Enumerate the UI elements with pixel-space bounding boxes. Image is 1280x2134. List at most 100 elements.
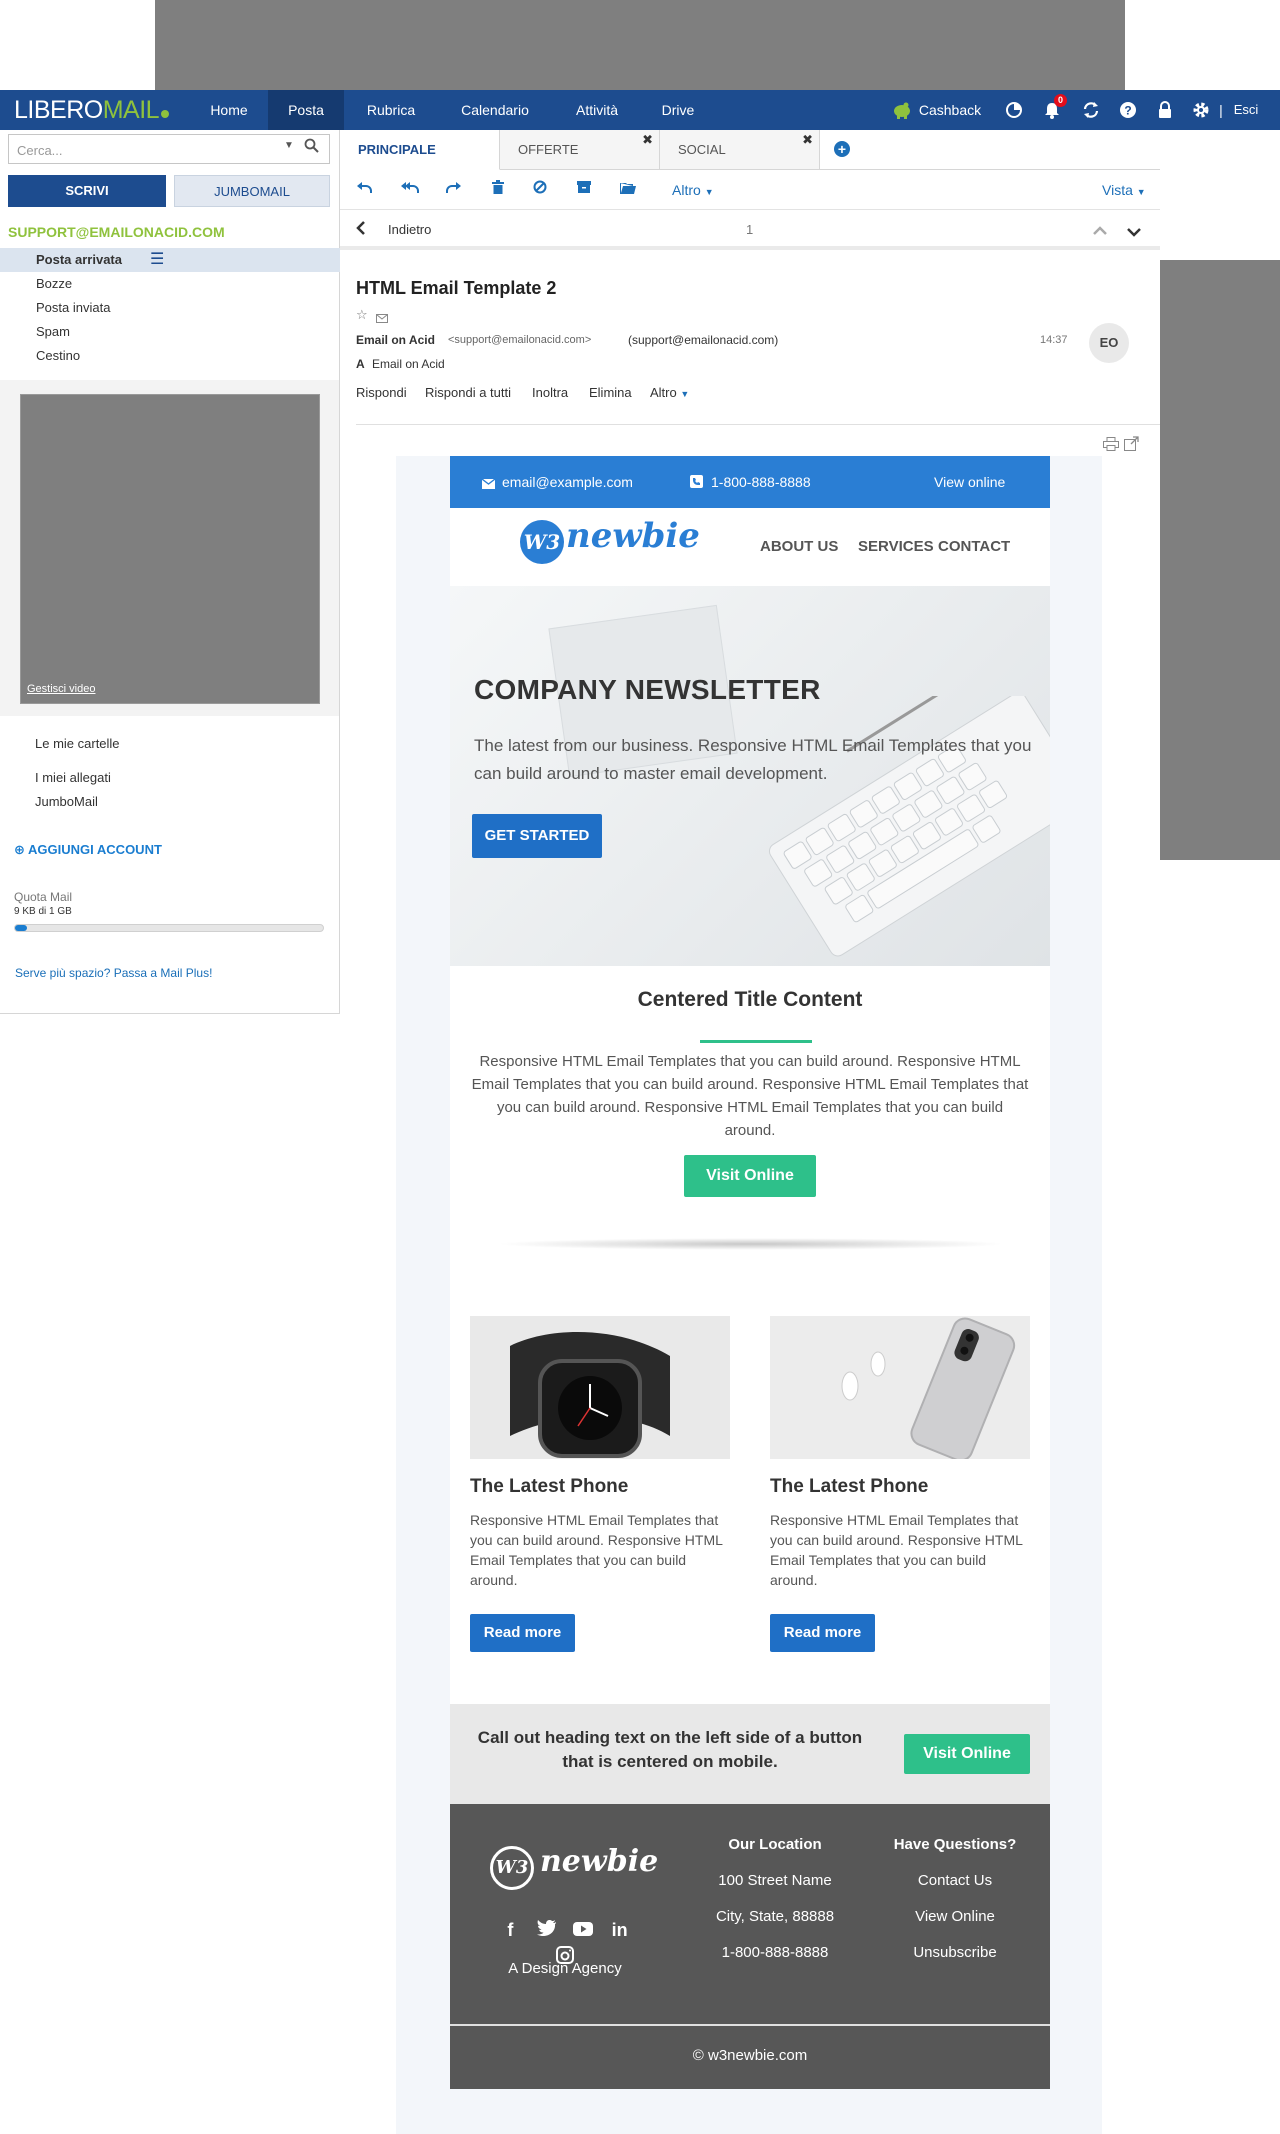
piggy-bank-icon[interactable] bbox=[892, 100, 912, 120]
libero-logo[interactable]: LIBEROMAIL bbox=[14, 96, 170, 125]
close-icon[interactable]: ✖ bbox=[802, 120, 813, 160]
nav-contact[interactable]: CONTACT bbox=[938, 538, 1010, 555]
nav-calendario[interactable]: Calendario bbox=[440, 90, 550, 130]
more-action[interactable]: Altro ▼ bbox=[650, 385, 689, 400]
reply-all-action[interactable]: Rispondi a tutti bbox=[425, 385, 511, 400]
trash-icon[interactable] bbox=[488, 180, 508, 200]
jumbomail-link[interactable]: JumboMail bbox=[35, 794, 98, 809]
reply-all-icon[interactable] bbox=[400, 180, 420, 200]
manage-video-link[interactable]: Gestisci video bbox=[27, 683, 95, 695]
forward-icon[interactable] bbox=[444, 180, 464, 200]
folder-spam[interactable]: Spam bbox=[0, 320, 340, 344]
account-label[interactable]: SUPPORT@EMAILONACID.COM bbox=[8, 224, 225, 240]
twitter-icon[interactable] bbox=[535, 1916, 559, 1940]
reply-icon[interactable] bbox=[354, 180, 374, 200]
sender-name[interactable]: Email on Acid bbox=[356, 333, 435, 347]
footer-logo-text[interactable]: newbie bbox=[540, 1844, 658, 1879]
chevron-left-icon[interactable] bbox=[356, 220, 366, 241]
chevron-down-icon[interactable] bbox=[1126, 224, 1142, 242]
card-1-read-more[interactable]: Read more bbox=[470, 1614, 575, 1652]
tab-social[interactable]: SOCIAL ✖ bbox=[660, 130, 820, 170]
more-menu[interactable]: Altro ▼ bbox=[672, 182, 714, 198]
archive-icon[interactable] bbox=[574, 180, 594, 200]
nav-posta[interactable]: Posta bbox=[268, 90, 344, 130]
nav-rubrica[interactable]: Rubrica bbox=[344, 90, 438, 130]
folder-inbox-label: Posta arrivata bbox=[36, 252, 122, 267]
nav-services[interactable]: SERVICES bbox=[858, 538, 934, 555]
topbar-phone[interactable]: 1-800-888-8888 bbox=[711, 474, 811, 490]
folder-move-icon[interactable] bbox=[618, 180, 638, 200]
bell-icon[interactable]: 0 bbox=[1042, 94, 1067, 120]
header-divider bbox=[356, 424, 1160, 425]
nav-attivita[interactable]: Attività bbox=[555, 90, 639, 130]
refresh-icon[interactable] bbox=[1081, 100, 1101, 120]
open-external-icon[interactable] bbox=[1124, 436, 1139, 456]
nav-home[interactable]: Home bbox=[190, 90, 268, 130]
topbar-email[interactable]: email@example.com bbox=[502, 474, 633, 490]
quota-label: Quota Mail bbox=[14, 890, 73, 904]
brand-logo-mark[interactable]: W3 bbox=[520, 520, 564, 564]
tab-principale[interactable]: PRINCIPALE bbox=[340, 130, 500, 170]
more-action-label: Altro bbox=[650, 385, 677, 400]
callout-visit-button[interactable]: Visit Online bbox=[904, 1734, 1030, 1774]
block-icon[interactable] bbox=[530, 180, 550, 200]
view-label: Vista bbox=[1102, 182, 1133, 198]
tab-offerte[interactable]: OFFERTE ✖ bbox=[500, 130, 660, 170]
menu-icon[interactable]: ☰ bbox=[150, 248, 164, 272]
phone-image bbox=[770, 1316, 1030, 1459]
cashback-link[interactable]: Cashback bbox=[916, 90, 984, 130]
delete-action[interactable]: Elimina bbox=[589, 385, 632, 400]
close-icon[interactable]: ✖ bbox=[642, 120, 653, 160]
print-icon[interactable] bbox=[1103, 437, 1119, 456]
add-tab-icon[interactable]: + bbox=[834, 141, 850, 157]
folder-trash[interactable]: Cestino bbox=[0, 344, 340, 368]
linkedin-icon[interactable]: in bbox=[608, 1919, 632, 1943]
help-icon[interactable]: ? bbox=[1118, 100, 1138, 120]
logout-link[interactable]: Esci bbox=[1228, 90, 1264, 130]
add-account-label: AGGIUNGI ACCOUNT bbox=[28, 842, 162, 857]
compose-button[interactable]: SCRIVI bbox=[8, 175, 166, 207]
tab-social-label: SOCIAL bbox=[678, 142, 726, 157]
contact-us-link[interactable]: Contact Us bbox=[880, 1872, 1030, 1889]
visit-online-button[interactable]: Visit Online bbox=[684, 1155, 816, 1197]
get-started-button[interactable]: GET STARTED bbox=[472, 814, 602, 858]
pie-chart-icon[interactable] bbox=[1004, 100, 1024, 120]
chevron-up-icon[interactable] bbox=[1092, 223, 1108, 241]
search-icon[interactable] bbox=[304, 138, 319, 158]
youtube-icon[interactable] bbox=[571, 1917, 595, 1941]
forward-action[interactable]: Inoltra bbox=[532, 385, 568, 400]
card-2-title: The Latest Phone bbox=[770, 1476, 929, 1497]
my-folders-link[interactable]: Le mie cartelle bbox=[35, 736, 120, 751]
folder-inbox[interactable]: Posta arrivata ☰ bbox=[0, 248, 340, 272]
location-phone[interactable]: 1-800-888-8888 bbox=[700, 1944, 850, 1961]
attachments-link[interactable]: I miei allegati bbox=[35, 770, 111, 785]
star-icon[interactable]: ☆ bbox=[356, 307, 368, 323]
view-online-link[interactable]: View online bbox=[934, 474, 1005, 490]
add-account-link[interactable]: ⊕ AGGIUNGI ACCOUNT bbox=[14, 842, 162, 858]
settings-gear-icon[interactable] bbox=[1191, 100, 1211, 120]
upsell-link[interactable]: Serve più spazio? Passa a Mail Plus! bbox=[15, 966, 212, 980]
card-2-text: Responsive HTML Email Templates that you… bbox=[770, 1512, 1023, 1588]
watch-image bbox=[470, 1316, 730, 1459]
tab-offerte-label: OFFERTE bbox=[518, 142, 579, 157]
page-number: 1 bbox=[746, 222, 754, 237]
back-link[interactable]: Indietro bbox=[388, 222, 431, 237]
card-2-read-more[interactable]: Read more bbox=[770, 1614, 875, 1652]
lock-icon[interactable] bbox=[1155, 100, 1175, 120]
view-menu[interactable]: Vista ▼ bbox=[1102, 182, 1146, 198]
search-input[interactable]: Cerca... bbox=[8, 134, 330, 164]
footer-view-online-link[interactable]: View Online bbox=[880, 1908, 1030, 1925]
footer-logo-mark[interactable]: W3 bbox=[490, 1846, 534, 1890]
recipient[interactable]: Email on Acid bbox=[372, 357, 445, 371]
nav-about-us[interactable]: ABOUT US bbox=[760, 538, 838, 555]
brand-logo-text[interactable]: newbie bbox=[566, 516, 700, 556]
envelope-icon[interactable] bbox=[376, 310, 388, 328]
questions-column: Have Questions? Contact Us View Online U… bbox=[880, 1836, 1030, 1961]
folder-drafts[interactable]: Bozze bbox=[0, 272, 340, 296]
reply-action[interactable]: Rispondi bbox=[356, 385, 407, 400]
facebook-icon[interactable]: f bbox=[498, 1919, 522, 1943]
unsubscribe-link[interactable]: Unsubscribe bbox=[880, 1944, 1030, 1961]
folder-sent[interactable]: Posta inviata bbox=[0, 296, 340, 320]
jumbomail-button[interactable]: JUMBOMAIL bbox=[174, 175, 330, 207]
caret-down-icon[interactable]: ▼ bbox=[284, 140, 294, 151]
